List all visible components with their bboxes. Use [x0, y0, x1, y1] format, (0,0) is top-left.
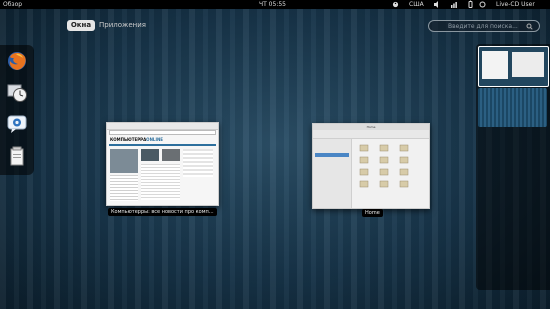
- top-bar: Обзор ЧТ 05:55 США Live-CD User: [0, 0, 550, 9]
- site-nav: [109, 144, 216, 146]
- file-manager-window-thumbnail[interactable]: Home: [312, 123, 430, 209]
- file-manager-toolbar: [313, 130, 429, 139]
- window-caption-browser: Компьютерры: все новости про комп...: [108, 208, 217, 216]
- news-photo-main: [110, 149, 138, 173]
- news-photo-2: [141, 149, 159, 161]
- chat-status-icon[interactable]: [479, 0, 486, 12]
- workspace-1-files-mini: [512, 52, 544, 77]
- workspace-2[interactable]: [478, 88, 547, 127]
- site-logo: КОМПЬЮТЕРРАONLINE: [110, 137, 164, 142]
- news-list: [183, 149, 213, 177]
- power-icon[interactable]: [467, 0, 474, 12]
- activities-button[interactable]: Обзор: [3, 0, 22, 9]
- desktop-background: [0, 9, 550, 309]
- user-menu[interactable]: Live-CD User: [496, 0, 535, 9]
- browser-window-thumbnail[interactable]: КОМПЬЮТЕРРАONLINE: [106, 122, 219, 206]
- search-icon: [526, 21, 533, 36]
- shotwell-icon[interactable]: [6, 81, 28, 103]
- news-photo-3: [162, 149, 180, 161]
- file-manager-sidebar: [313, 139, 352, 208]
- accessibility-icon[interactable]: [392, 0, 399, 12]
- files-icon[interactable]: [6, 145, 28, 167]
- search-input[interactable]: Введите для поиска...: [428, 20, 540, 32]
- search-placeholder: Введите для поиска...: [448, 23, 518, 30]
- keyboard-layout[interactable]: США: [409, 0, 424, 9]
- news-text-left: [110, 175, 138, 201]
- workspace-1[interactable]: [478, 46, 549, 87]
- browser-titlebar: [107, 123, 218, 130]
- dash: [0, 45, 34, 175]
- volume-icon[interactable]: [433, 0, 441, 12]
- workspace-1-browser-mini: [482, 51, 508, 79]
- network-icon[interactable]: [450, 0, 458, 12]
- empathy-icon[interactable]: [6, 113, 28, 135]
- news-text: [141, 164, 180, 200]
- window-caption-home: Home: [362, 209, 383, 217]
- clock[interactable]: ЧТ 05:55: [259, 0, 286, 9]
- firefox-icon[interactable]: [6, 50, 28, 72]
- browser-address-bar: [109, 130, 216, 135]
- file-icon-grid: [358, 143, 426, 193]
- tab-windows[interactable]: Окна: [67, 20, 95, 31]
- tab-applications[interactable]: Приложения: [99, 20, 146, 31]
- sidebar-selected-home: [315, 153, 349, 157]
